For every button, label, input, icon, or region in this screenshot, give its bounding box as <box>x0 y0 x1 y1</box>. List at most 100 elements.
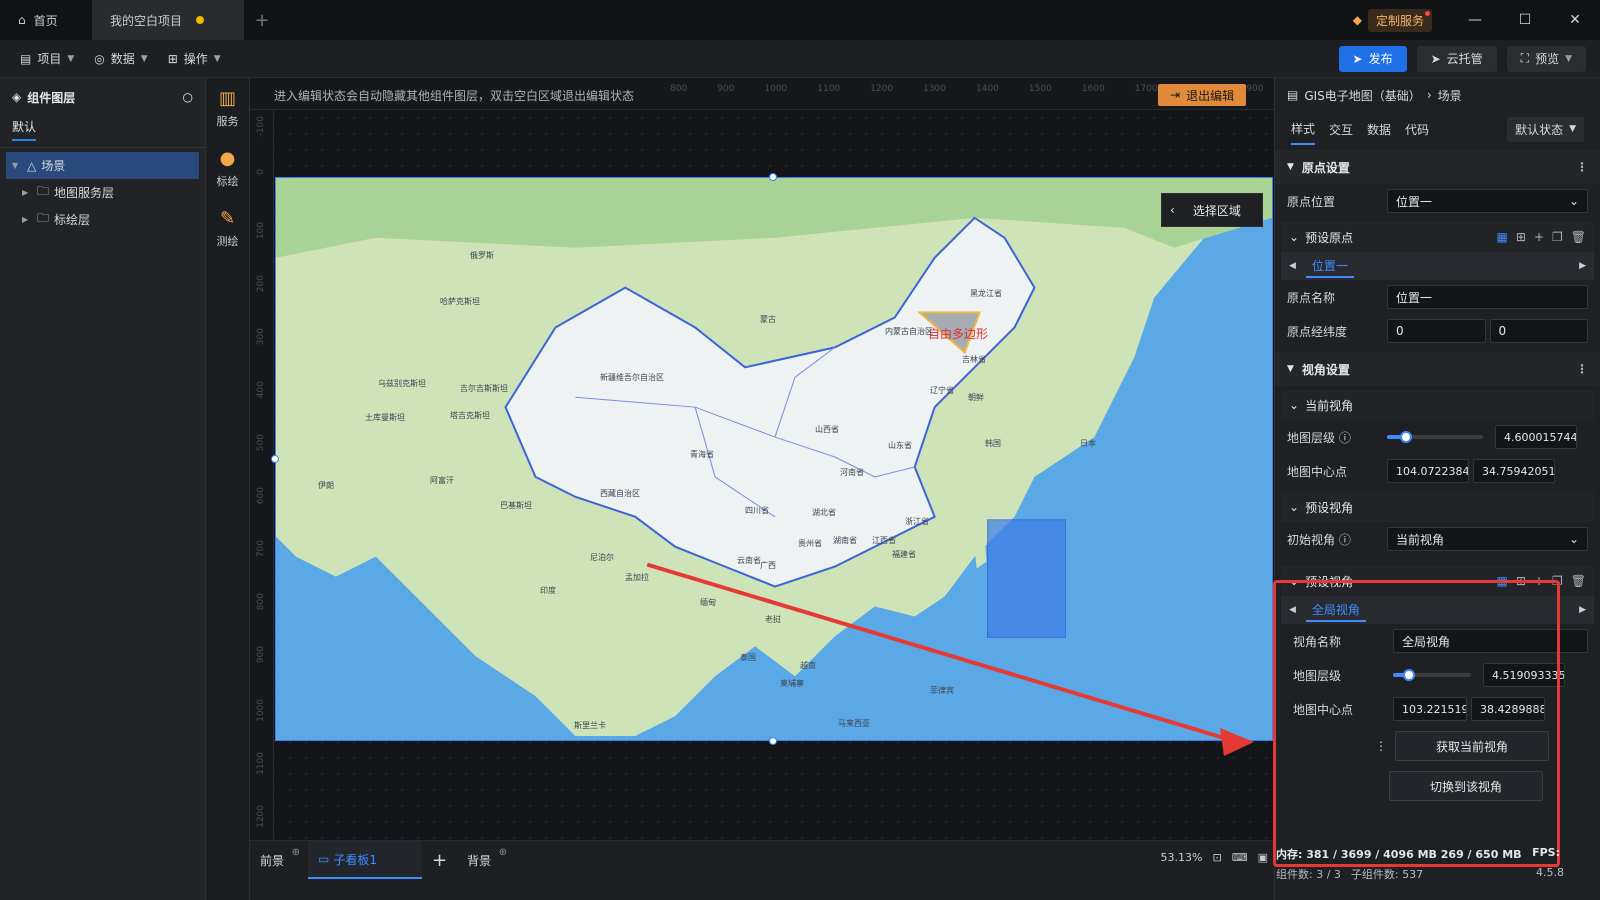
custom-service-button[interactable]: ◆ 定制服务 <box>1353 8 1432 32</box>
ruler-tick: 1500 <box>1028 84 1052 94</box>
tool-plot[interactable]: ● 标绘 <box>206 138 249 198</box>
map-level-slider[interactable] <box>1387 431 1483 443</box>
map-label: 吉林省 <box>962 355 986 364</box>
init-view-select[interactable]: 当前视角 ⌄ <box>1387 527 1588 551</box>
caret-down-icon[interactable]: ▼ <box>12 161 22 170</box>
map-level-input[interactable]: 4.600015744 <box>1495 425 1577 449</box>
send-icon: ➤ <box>1352 51 1363 66</box>
map-level-label: 地图层级 <box>1287 430 1336 445</box>
preset-origin-item[interactable]: 位置一 <box>1305 255 1354 278</box>
tree-item-scene[interactable]: ▼ △ 场景 <box>6 152 199 179</box>
more-icon[interactable]: ⋮ <box>1576 362 1588 376</box>
tool-service[interactable]: ▥ 服务 <box>206 78 249 138</box>
resize-handle-top[interactable] <box>769 173 777 181</box>
tab-background[interactable]: 背景 ⊕ <box>457 841 507 879</box>
origin-lat-input[interactable]: 0 <box>1489 319 1588 343</box>
section-origin[interactable]: ▼ 原点设置 ⋮ <box>1275 150 1600 184</box>
add-tab-button[interactable]: + <box>244 0 280 40</box>
arrow-right-icon[interactable]: ▶ <box>1579 605 1586 615</box>
exit-edit-button[interactable]: ⇥ 退出编辑 <box>1158 84 1247 106</box>
chevron-down-icon: ⌄ <box>1289 500 1300 514</box>
publish-button[interactable]: ➤ 发布 <box>1338 45 1407 72</box>
add-circle-icon[interactable]: ⊕ <box>499 847 507 858</box>
tab-code[interactable]: 代码 <box>1405 115 1429 144</box>
map-label: 广西 <box>760 561 776 570</box>
ruler-tick: 600 <box>256 487 266 505</box>
fit-screen-icon[interactable]: ⊡ <box>1212 851 1221 864</box>
breadcrumb-parent[interactable]: GIS电子地图（基础） <box>1304 87 1420 104</box>
grid-icon[interactable]: ⊞ <box>1516 230 1526 244</box>
tool-icon-bar: ▥ 服务 ● 标绘 ✎ 测绘 <box>206 78 250 900</box>
more-icon[interactable]: ⋮ <box>1576 160 1588 174</box>
tab-project[interactable]: 我的空白项目 <box>92 0 244 40</box>
tab-data[interactable]: 数据 <box>1367 115 1391 144</box>
origin-name-input[interactable]: 位置一 <box>1387 285 1588 309</box>
unsaved-dot <box>196 16 205 24</box>
state-select[interactable]: 默认状态 ▼ <box>1507 116 1584 142</box>
tree-item-plot-layer[interactable]: ▶ 🗀 标绘层 <box>0 206 205 233</box>
slider-knob[interactable] <box>1400 431 1413 443</box>
resize-handle-bottom[interactable] <box>769 737 777 745</box>
trash-icon[interactable]: 🗑 <box>1571 574 1586 588</box>
preview-button[interactable]: ⛶ 预览 ▼ <box>1506 45 1586 72</box>
help-icon[interactable]: ⓘ <box>1339 533 1351 547</box>
add-circle-icon[interactable]: ⊕ <box>292 847 300 858</box>
tree-item-label: 地图服务层 <box>54 186 115 200</box>
tab-interaction[interactable]: 交互 <box>1329 115 1353 144</box>
map-label: 哈萨克斯坦 <box>440 297 480 306</box>
help-icon[interactable]: ⓘ <box>1339 431 1351 445</box>
custom-service-label: 定制服务 <box>1367 8 1432 32</box>
search-icon[interactable]: ○ <box>183 90 193 104</box>
cloud-host-button[interactable]: ➤ 云托管 <box>1416 45 1497 72</box>
origin-position-select[interactable]: 位置一 ⌄ <box>1387 189 1588 213</box>
minimize-button[interactable]: — <box>1450 0 1500 40</box>
menu-data[interactable]: ◎ 数据 ▼ <box>84 50 157 67</box>
chevron-right-icon: › <box>1426 88 1432 102</box>
arrow-right-icon[interactable]: ▶ <box>1579 261 1586 271</box>
resize-handle-left[interactable] <box>271 455 279 463</box>
section-view[interactable]: ▼ 视角设置 ⋮ <box>1275 352 1600 386</box>
trash-icon[interactable]: 🗑 <box>1571 230 1586 244</box>
origin-lng-input[interactable]: 0 <box>1387 319 1486 343</box>
add-board-button[interactable]: + <box>422 841 457 879</box>
current-view-header[interactable]: ⌄ 当前视角 <box>1281 390 1594 420</box>
arrow-left-icon[interactable]: ◀ <box>1289 261 1296 271</box>
map-center-label: 地图中心点 <box>1287 464 1348 479</box>
preset-view-group-header[interactable]: ⌄ 预设视角 <box>1281 492 1594 522</box>
zoom-level[interactable]: 53.13% <box>1161 851 1203 864</box>
add-icon[interactable]: + <box>1534 230 1544 244</box>
caret-right-icon[interactable]: ▶ <box>22 215 32 224</box>
tab-sub-board[interactable]: ▭ 子看板1 <box>308 841 423 879</box>
ruler-tick: 1000 <box>256 699 266 722</box>
terminal-icon[interactable]: ▣ <box>1258 851 1268 864</box>
layer-panel-header: ◈ 组件图层 ○ <box>0 78 205 116</box>
chevron-down-icon: ▼ <box>1569 124 1576 134</box>
ruler-tick: 1600 <box>1081 84 1105 94</box>
tool-measure[interactable]: ✎ 测绘 <box>206 198 249 258</box>
tab-foreground[interactable]: 前景 ⊕ <box>250 841 300 879</box>
layers-icon: ◈ <box>12 90 22 104</box>
preset-origin-header[interactable]: ⌄ 预设原点 ▦ ⊞ + ❐ 🗑 <box>1281 222 1594 252</box>
current-view-title: 当前视角 <box>1305 398 1354 413</box>
menu-ops[interactable]: ⊞ 操作 ▼ <box>158 50 231 67</box>
ruler-tick: 1000 <box>764 84 788 94</box>
section-view-title: 视角设置 <box>1301 362 1350 377</box>
keyboard-icon[interactable]: ⌨ <box>1232 851 1248 864</box>
select-area-button[interactable]: ‹ 选择区域 <box>1161 193 1263 227</box>
map-center-lat-input[interactable]: 34.7594205198 <box>1473 459 1555 483</box>
map-label: 内蒙古自治区 <box>885 327 933 336</box>
tree-item-map-service[interactable]: ▶ 🗀 地图服务层 <box>0 179 205 206</box>
caret-right-icon[interactable]: ▶ <box>22 188 32 197</box>
close-button[interactable]: ✕ <box>1550 0 1600 40</box>
ruler-tick: 800 <box>256 593 266 611</box>
tab-default[interactable]: 默认 <box>0 116 205 148</box>
menu-project[interactable]: ▤ 项目 ▼ <box>10 50 84 67</box>
tab-style[interactable]: 样式 <box>1291 114 1316 145</box>
tab-home[interactable]: ⌂ 首页 <box>0 0 92 40</box>
map-label: 四川省 <box>745 506 769 515</box>
map-center-lng-input[interactable]: 104.0722384135 <box>1387 459 1469 483</box>
gis-map[interactable] <box>275 177 1273 741</box>
maximize-button[interactable]: ☐ <box>1500 0 1550 40</box>
copy-icon[interactable]: ❐ <box>1552 230 1563 244</box>
layout-icon[interactable]: ▦ <box>1497 230 1508 244</box>
